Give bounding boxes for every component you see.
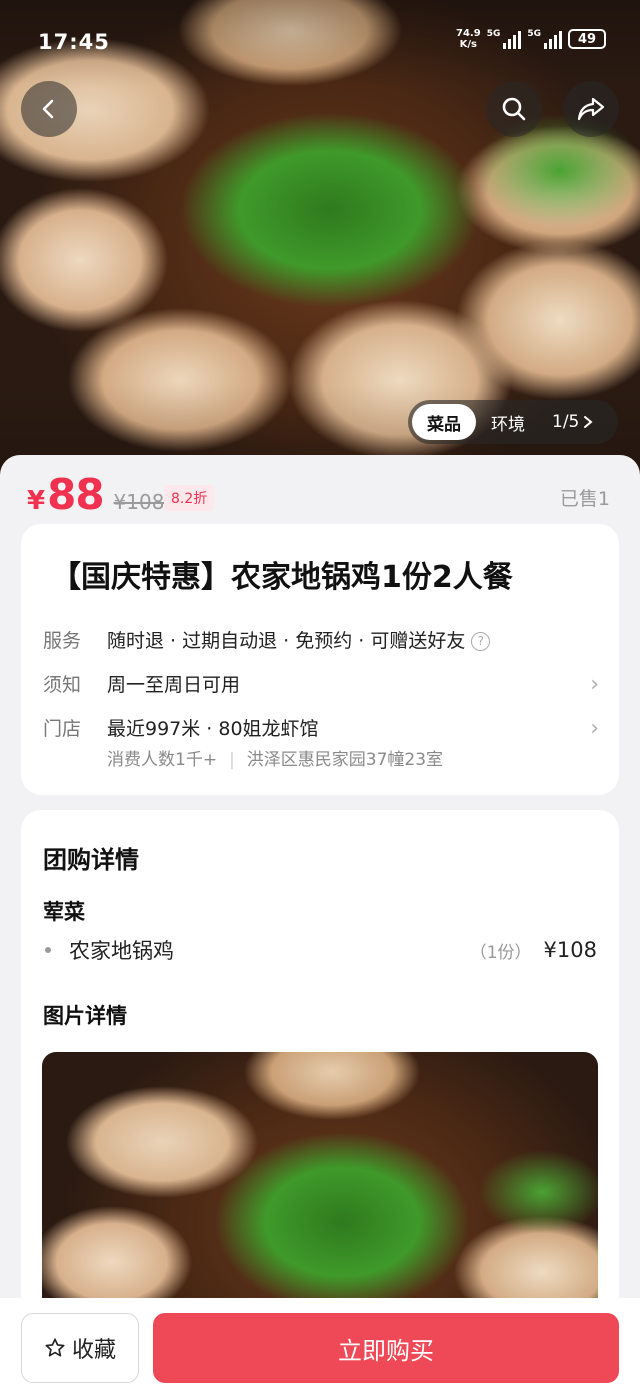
bullet-icon — [45, 947, 51, 953]
category-title: 荤菜 — [43, 900, 85, 924]
bottom-action-bar: 收藏 立即购买 — [0, 1298, 640, 1400]
currency-symbol: ¥ — [27, 486, 46, 516]
chevron-right-icon: › — [590, 716, 599, 741]
chevron-left-icon — [42, 99, 54, 119]
store-sub-info: 消费人数1千+ | 洪泽区惠民家园37幢23室 — [107, 745, 443, 770]
price-row: ¥ 88 ¥108 — [27, 470, 164, 519]
network-speed: 74.9 K/s — [456, 28, 481, 50]
store-value: 最近997米 · 80姐龙虾馆 — [107, 718, 319, 740]
share-icon — [577, 97, 605, 121]
search-button[interactable] — [486, 81, 542, 137]
notice-value: 周一至周日可用 — [107, 674, 241, 696]
tab-environment[interactable]: 环境 — [476, 404, 540, 440]
current-price: 88 — [47, 470, 104, 519]
details-section-title: 团购详情 — [43, 846, 139, 874]
signal-icon: 5G — [487, 29, 522, 49]
item-price: ¥108 — [543, 938, 597, 962]
consumer-count: 消费人数1千+ — [107, 750, 218, 770]
favorite-label: 收藏 — [71, 1338, 116, 1363]
signal-icon: 5G — [527, 29, 562, 49]
item-name: 农家地锅鸡 — [69, 939, 174, 963]
share-button[interactable] — [563, 81, 619, 137]
sold-count: 已售1 — [559, 488, 610, 510]
store-address: 洪泽区惠民家园37幢23室 — [246, 750, 444, 770]
battery-icon: 49 — [568, 29, 606, 49]
divider: | — [229, 750, 235, 770]
notice-label: 须知 — [43, 674, 82, 696]
chevron-right-icon — [584, 416, 593, 428]
notice-row[interactable]: 须知 周一至周日可用 › — [43, 670, 599, 697]
favorite-button[interactable]: 收藏 — [21, 1313, 139, 1383]
chevron-right-icon: › — [590, 672, 599, 697]
status-bar: 17:45 74.9 K/s 5G 5G 49 — [0, 0, 640, 80]
item-qty: （1份） — [469, 942, 532, 963]
service-value: 随时退 · 过期自动退 · 免预约 · 可赠送好友 — [107, 630, 466, 652]
status-time: 17:45 — [38, 30, 110, 54]
tab-dishes[interactable]: 菜品 — [412, 404, 476, 440]
search-icon — [502, 97, 526, 121]
deal-title: 【国庆特惠】农家地锅鸡1份2人餐 — [51, 560, 513, 595]
help-icon[interactable]: ? — [471, 631, 491, 651]
gallery-counter[interactable]: 1/5 — [552, 412, 593, 432]
back-button[interactable] — [21, 81, 77, 137]
gallery-switcher: 菜品 环境 1/5 — [408, 400, 618, 444]
store-row[interactable]: 门店 最近997米 · 80姐龙虾馆 › — [43, 714, 599, 741]
service-label: 服务 — [43, 630, 82, 652]
discount-badge: 8.2折 — [164, 485, 215, 511]
original-price: ¥108 — [113, 490, 165, 514]
star-icon — [45, 1338, 65, 1357]
service-row[interactable]: 服务 随时退 · 过期自动退 · 免预约 · 可赠送好友? — [43, 626, 599, 653]
list-item: 农家地锅鸡 （1份） ¥108 — [43, 935, 597, 965]
buy-now-button[interactable]: 立即购买 — [153, 1313, 619, 1383]
status-icons: 74.9 K/s 5G 5G 49 — [456, 28, 606, 50]
store-label: 门店 — [43, 718, 82, 740]
images-section-title: 图片详情 — [43, 1004, 127, 1028]
deal-info-card: 【国庆特惠】农家地锅鸡1份2人餐 服务 随时退 · 过期自动退 · 免预约 · … — [21, 524, 619, 795]
